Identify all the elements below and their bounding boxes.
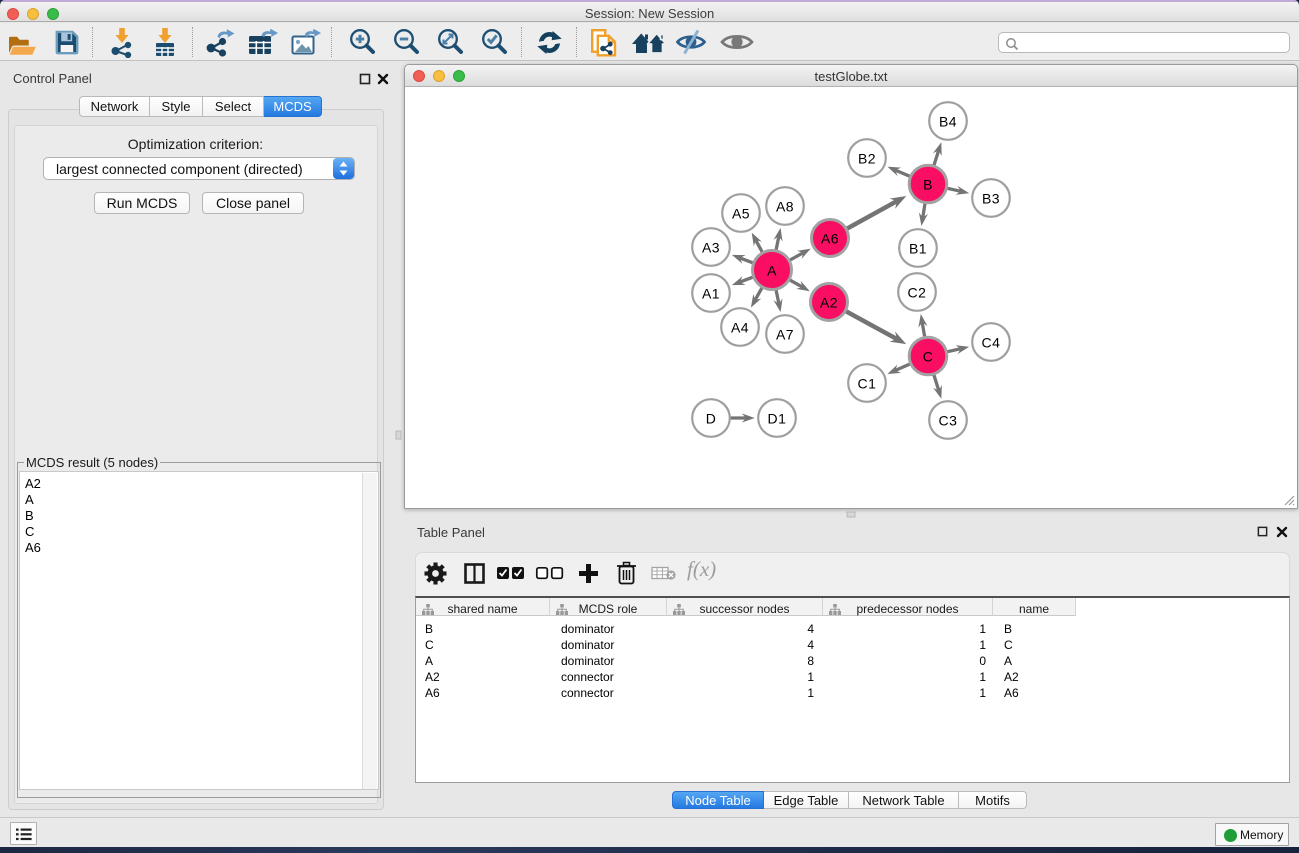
svg-text:B2: B2 — [858, 151, 876, 167]
svg-text:C: C — [923, 349, 934, 365]
svg-text:B4: B4 — [939, 114, 957, 130]
svg-text:C1: C1 — [858, 376, 877, 392]
svg-text:D: D — [706, 411, 717, 427]
svg-text:A5: A5 — [732, 206, 750, 222]
svg-text:C2: C2 — [908, 285, 927, 301]
svg-text:B: B — [923, 177, 933, 193]
svg-text:A2: A2 — [820, 295, 838, 311]
svg-text:B1: B1 — [909, 241, 927, 257]
svg-text:A7: A7 — [776, 327, 794, 343]
svg-text:D1: D1 — [768, 411, 787, 427]
svg-text:C3: C3 — [939, 413, 958, 429]
svg-text:A6: A6 — [821, 231, 839, 247]
svg-text:A3: A3 — [702, 240, 720, 256]
svg-text:C4: C4 — [982, 335, 1001, 351]
svg-text:A4: A4 — [731, 320, 749, 336]
svg-text:A1: A1 — [702, 286, 720, 302]
svg-text:B3: B3 — [982, 191, 1000, 207]
svg-text:A8: A8 — [776, 199, 794, 215]
svg-text:A: A — [767, 263, 777, 279]
